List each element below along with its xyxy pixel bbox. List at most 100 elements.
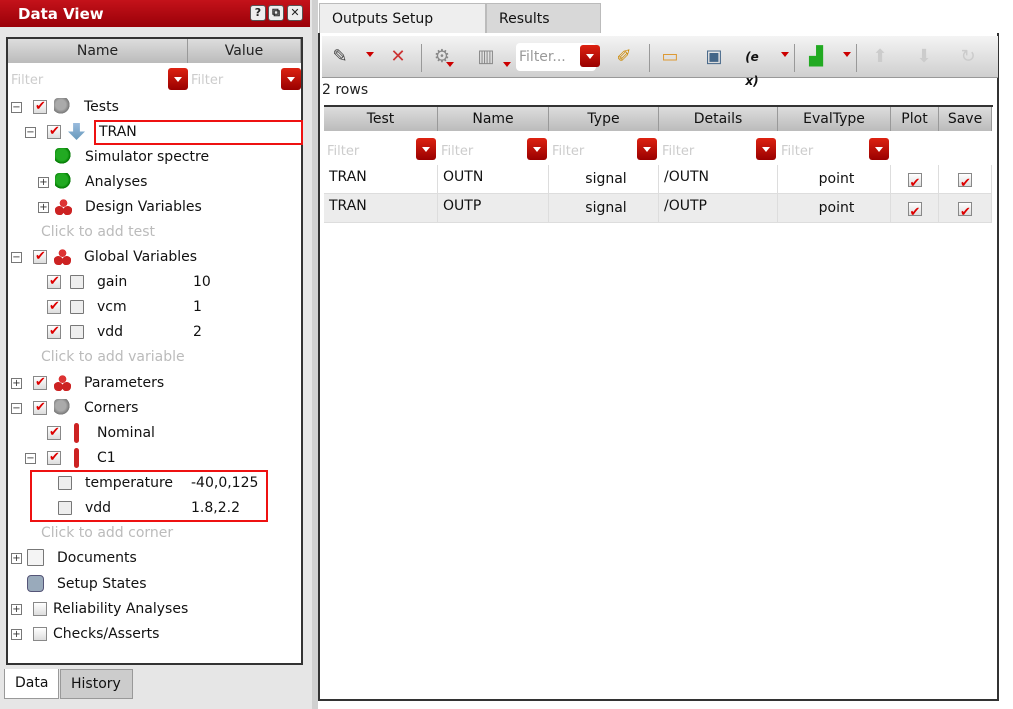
move-down-icon[interactable]: ⬇ xyxy=(912,45,936,69)
collapse-icon[interactable]: − xyxy=(11,102,22,113)
var-value[interactable]: 1 xyxy=(193,296,202,318)
checkbox[interactable] xyxy=(33,96,47,118)
cell-name[interactable]: OUTN xyxy=(438,165,549,194)
tree-item-nominal[interactable]: Nominal xyxy=(0,422,300,444)
add-output-icon[interactable]: ✎ xyxy=(328,45,352,69)
checkbox[interactable] xyxy=(958,169,972,198)
tree-item-analyses[interactable]: + Analyses xyxy=(0,171,300,193)
column-filter-input[interactable]: Filter xyxy=(781,144,813,159)
checkbox[interactable] xyxy=(907,198,922,227)
columns-icon[interactable]: ▥ xyxy=(474,45,498,69)
column-filter-dropdown[interactable] xyxy=(527,138,547,160)
cell-type[interactable]: signal xyxy=(549,165,659,194)
toolbar-filter-dropdown[interactable] xyxy=(580,45,600,67)
checkbox[interactable] xyxy=(33,627,47,641)
tree-item-global-variables[interactable]: − Global Variables xyxy=(0,246,300,268)
column-filter-input[interactable]: Filter xyxy=(552,144,584,159)
tree-item-c1[interactable]: − C1 xyxy=(0,447,300,469)
column-filter-dropdown[interactable] xyxy=(756,138,776,160)
column-header-value[interactable]: Value xyxy=(188,39,301,63)
save-checkbox[interactable] xyxy=(939,194,992,227)
tree-item-setup-states[interactable]: Setup States xyxy=(0,573,300,595)
save-icon[interactable]: ▣ xyxy=(702,45,726,69)
column-header-evaltype[interactable]: EvalType xyxy=(778,107,891,131)
tab-results[interactable]: Results xyxy=(486,3,601,34)
name-filter-dropdown[interactable] xyxy=(168,68,188,90)
cell-test[interactable]: TRAN xyxy=(324,194,438,223)
cell-type[interactable]: signal xyxy=(549,194,659,223)
checkbox[interactable] xyxy=(47,321,61,343)
collapse-icon[interactable]: − xyxy=(11,252,22,263)
checkbox[interactable] xyxy=(907,169,922,198)
expand-icon[interactable]: + xyxy=(11,378,22,389)
expand-icon[interactable]: + xyxy=(38,177,49,188)
cell-evaltype[interactable]: point xyxy=(778,165,891,194)
tree-item-corners[interactable]: − Corners xyxy=(0,397,300,419)
collapse-icon[interactable]: − xyxy=(25,127,36,138)
collapse-icon[interactable]: − xyxy=(11,403,22,414)
checkbox[interactable] xyxy=(47,296,61,318)
dropdown-arrow[interactable] xyxy=(446,62,454,71)
tree-item-parameters[interactable]: + Parameters xyxy=(0,372,300,394)
plot-checkbox[interactable] xyxy=(891,194,939,227)
cell-evaltype[interactable]: point xyxy=(778,194,891,223)
value-filter-input[interactable]: Filter xyxy=(191,73,223,88)
var-value[interactable]: 2 xyxy=(193,321,202,343)
column-header-plot[interactable]: Plot xyxy=(891,107,939,131)
column-header-type[interactable]: Type xyxy=(549,107,659,131)
expand-icon[interactable]: + xyxy=(11,553,22,564)
tree-item-documents[interactable]: + Documents xyxy=(0,547,300,569)
dropdown-arrow[interactable] xyxy=(366,52,374,61)
checkbox[interactable] xyxy=(47,271,61,293)
tree-item-var[interactable]: gain 10 xyxy=(0,271,300,293)
expand-icon[interactable]: + xyxy=(11,604,22,615)
move-up-icon[interactable]: ⬆ xyxy=(868,45,892,69)
expand-icon[interactable]: + xyxy=(11,629,22,640)
tab-outputs-setup[interactable]: Outputs Setup xyxy=(319,3,486,34)
column-filter-dropdown[interactable] xyxy=(416,138,436,160)
add-variable-link[interactable]: Click to add variable xyxy=(41,346,185,368)
tree-item-simulator[interactable]: Simulator spectre xyxy=(0,146,300,168)
open-folder-icon[interactable]: ▭ xyxy=(658,45,682,69)
column-filter-dropdown[interactable] xyxy=(637,138,657,160)
tree-item-var[interactable]: vdd 2 xyxy=(0,321,300,343)
refresh-icon[interactable]: ↻ xyxy=(956,45,980,69)
column-filter-input[interactable]: Filter xyxy=(327,144,359,159)
help-icon[interactable]: ? xyxy=(250,5,266,21)
tab-data[interactable]: Data xyxy=(4,669,60,699)
column-filter-input[interactable]: Filter xyxy=(441,144,473,159)
column-header-name[interactable]: Name xyxy=(8,39,188,63)
value-filter-dropdown[interactable] xyxy=(281,68,301,90)
tree-item-checks[interactable]: + Checks/Asserts xyxy=(0,623,300,645)
tree-item-tests[interactable]: − Tests xyxy=(0,96,300,118)
column-header-details[interactable]: Details xyxy=(659,107,778,131)
name-filter-input[interactable]: Filter xyxy=(11,73,43,88)
checkbox[interactable] xyxy=(47,447,61,469)
delete-icon[interactable]: ✕ xyxy=(386,45,410,69)
column-header-test[interactable]: Test xyxy=(324,107,438,131)
add-test-link[interactable]: Click to add test xyxy=(41,221,155,243)
cell-details[interactable]: /OUTN xyxy=(659,165,778,194)
checkbox[interactable] xyxy=(958,198,972,227)
tree-item-var[interactable]: vcm 1 xyxy=(0,296,300,318)
save-checkbox[interactable] xyxy=(939,165,992,198)
expand-icon[interactable]: + xyxy=(38,202,49,213)
checkbox[interactable] xyxy=(33,602,47,616)
float-icon[interactable]: ⧉ xyxy=(268,5,284,21)
checkbox[interactable] xyxy=(47,121,61,143)
dropdown-arrow[interactable] xyxy=(781,52,789,61)
column-filter-input[interactable]: Filter xyxy=(662,144,694,159)
dropdown-arrow[interactable] xyxy=(843,52,851,61)
cell-details[interactable]: /OUTP xyxy=(659,194,778,223)
cell-test[interactable]: TRAN xyxy=(324,165,438,194)
checkbox[interactable] xyxy=(33,397,47,419)
checkbox[interactable] xyxy=(33,372,47,394)
cell-name[interactable]: OUTP xyxy=(438,194,549,223)
plot-checkbox[interactable] xyxy=(891,165,939,198)
add-corner-link[interactable]: Click to add corner xyxy=(41,522,173,544)
edit-icon[interactable]: ✐ xyxy=(612,45,636,69)
calculator-icon[interactable]: (e x) xyxy=(740,45,764,88)
tab-history[interactable]: History xyxy=(60,669,133,699)
column-header-name[interactable]: Name xyxy=(438,107,549,131)
tree-item-reliability[interactable]: + Reliability Analyses xyxy=(0,598,300,620)
